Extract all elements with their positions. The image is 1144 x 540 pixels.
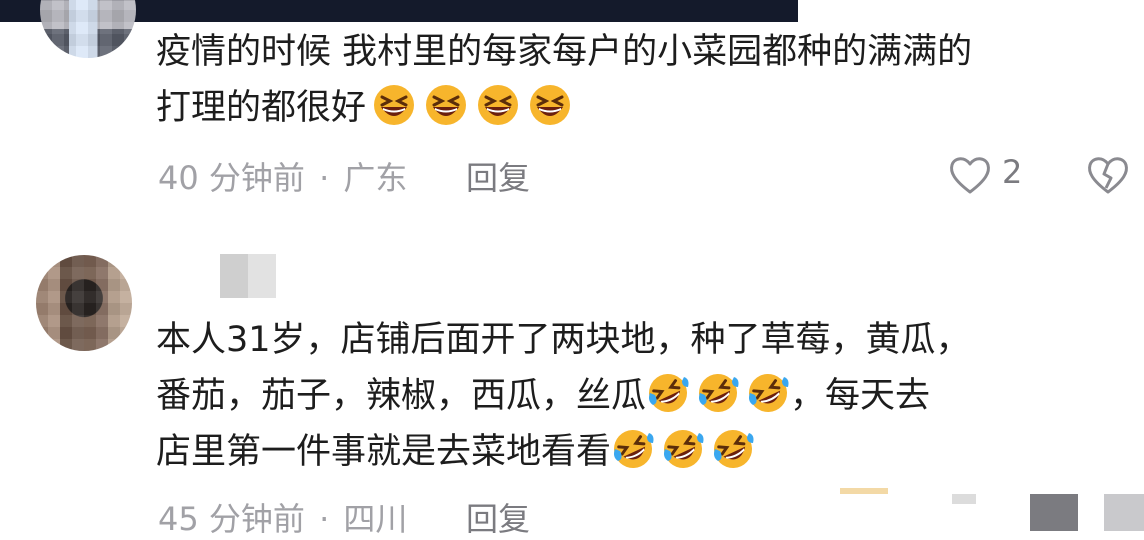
reply-button[interactable]: 回复 (466, 494, 530, 540)
rolling-on-floor-laughing-icon (649, 374, 689, 412)
comment-location: 四川 (343, 500, 408, 538)
meta-separator: · (319, 500, 330, 538)
emoji-partial (840, 488, 888, 494)
rolling-on-floor-laughing-icon (749, 374, 789, 412)
comment-location: 广东 (343, 159, 408, 197)
comment-line: 番茄，茄子，辣椒，西瓜，丝瓜 ，每天去 (156, 368, 971, 424)
comment-line: 打理的都很好 (156, 80, 972, 136)
comment-line-text: ，每天去 (790, 376, 931, 416)
meta-separator: · (319, 159, 330, 197)
rolling-on-floor-laughing-icon (664, 430, 704, 468)
blur-partial (1104, 494, 1144, 531)
grinning-squint-face-icon (530, 85, 571, 125)
comment-text: 疫情的时候 我村里的每家每户的小菜园都种的满满的 打理的都很好 (156, 24, 972, 136)
comment-line: 疫情的时候 我村里的每家每户的小菜园都种的满满的 (156, 32, 973, 72)
grinning-squint-face-icon (426, 85, 467, 125)
comment-line-text: 店里第一件事就是去菜地看看 (156, 432, 612, 472)
comment-time: 45 分钟前 (158, 500, 305, 538)
username-blurred[interactable] (220, 254, 276, 298)
comment-line-text: 打理的都很好 (156, 88, 367, 128)
heart-outline-icon[interactable] (948, 154, 992, 196)
comment-line: 店里第一件事就是去菜地看看 (156, 424, 971, 480)
rolling-on-floor-laughing-icon (699, 374, 739, 412)
comment-line-text: 番茄，茄子，辣椒，西瓜，丝瓜 (156, 376, 647, 416)
comment-meta: 45 分钟前 · 四川 (158, 494, 407, 540)
blur-partial (1030, 494, 1078, 531)
rolling-on-floor-laughing-icon (714, 430, 754, 468)
comment-line: 本人31岁，店铺后面开了两块地，种了草莓，黄瓜， (156, 320, 971, 360)
broken-heart-icon[interactable] (1086, 154, 1130, 196)
like-count: 2 (1002, 153, 1023, 191)
blur-partial (952, 494, 976, 504)
grinning-squint-face-icon (478, 85, 519, 125)
avatar[interactable] (36, 255, 132, 351)
comment-meta: 40 分钟前 · 广东 (158, 153, 407, 199)
reply-button[interactable]: 回复 (466, 153, 530, 199)
comment-time: 40 分钟前 (158, 159, 305, 197)
rolling-on-floor-laughing-icon (614, 430, 654, 468)
grinning-squint-face-icon (374, 85, 415, 125)
avatar[interactable] (40, 0, 136, 58)
comment-text: 本人31岁，店铺后面开了两块地，种了草莓，黄瓜， 番茄，茄子，辣椒，西瓜，丝瓜 ，… (156, 312, 971, 480)
